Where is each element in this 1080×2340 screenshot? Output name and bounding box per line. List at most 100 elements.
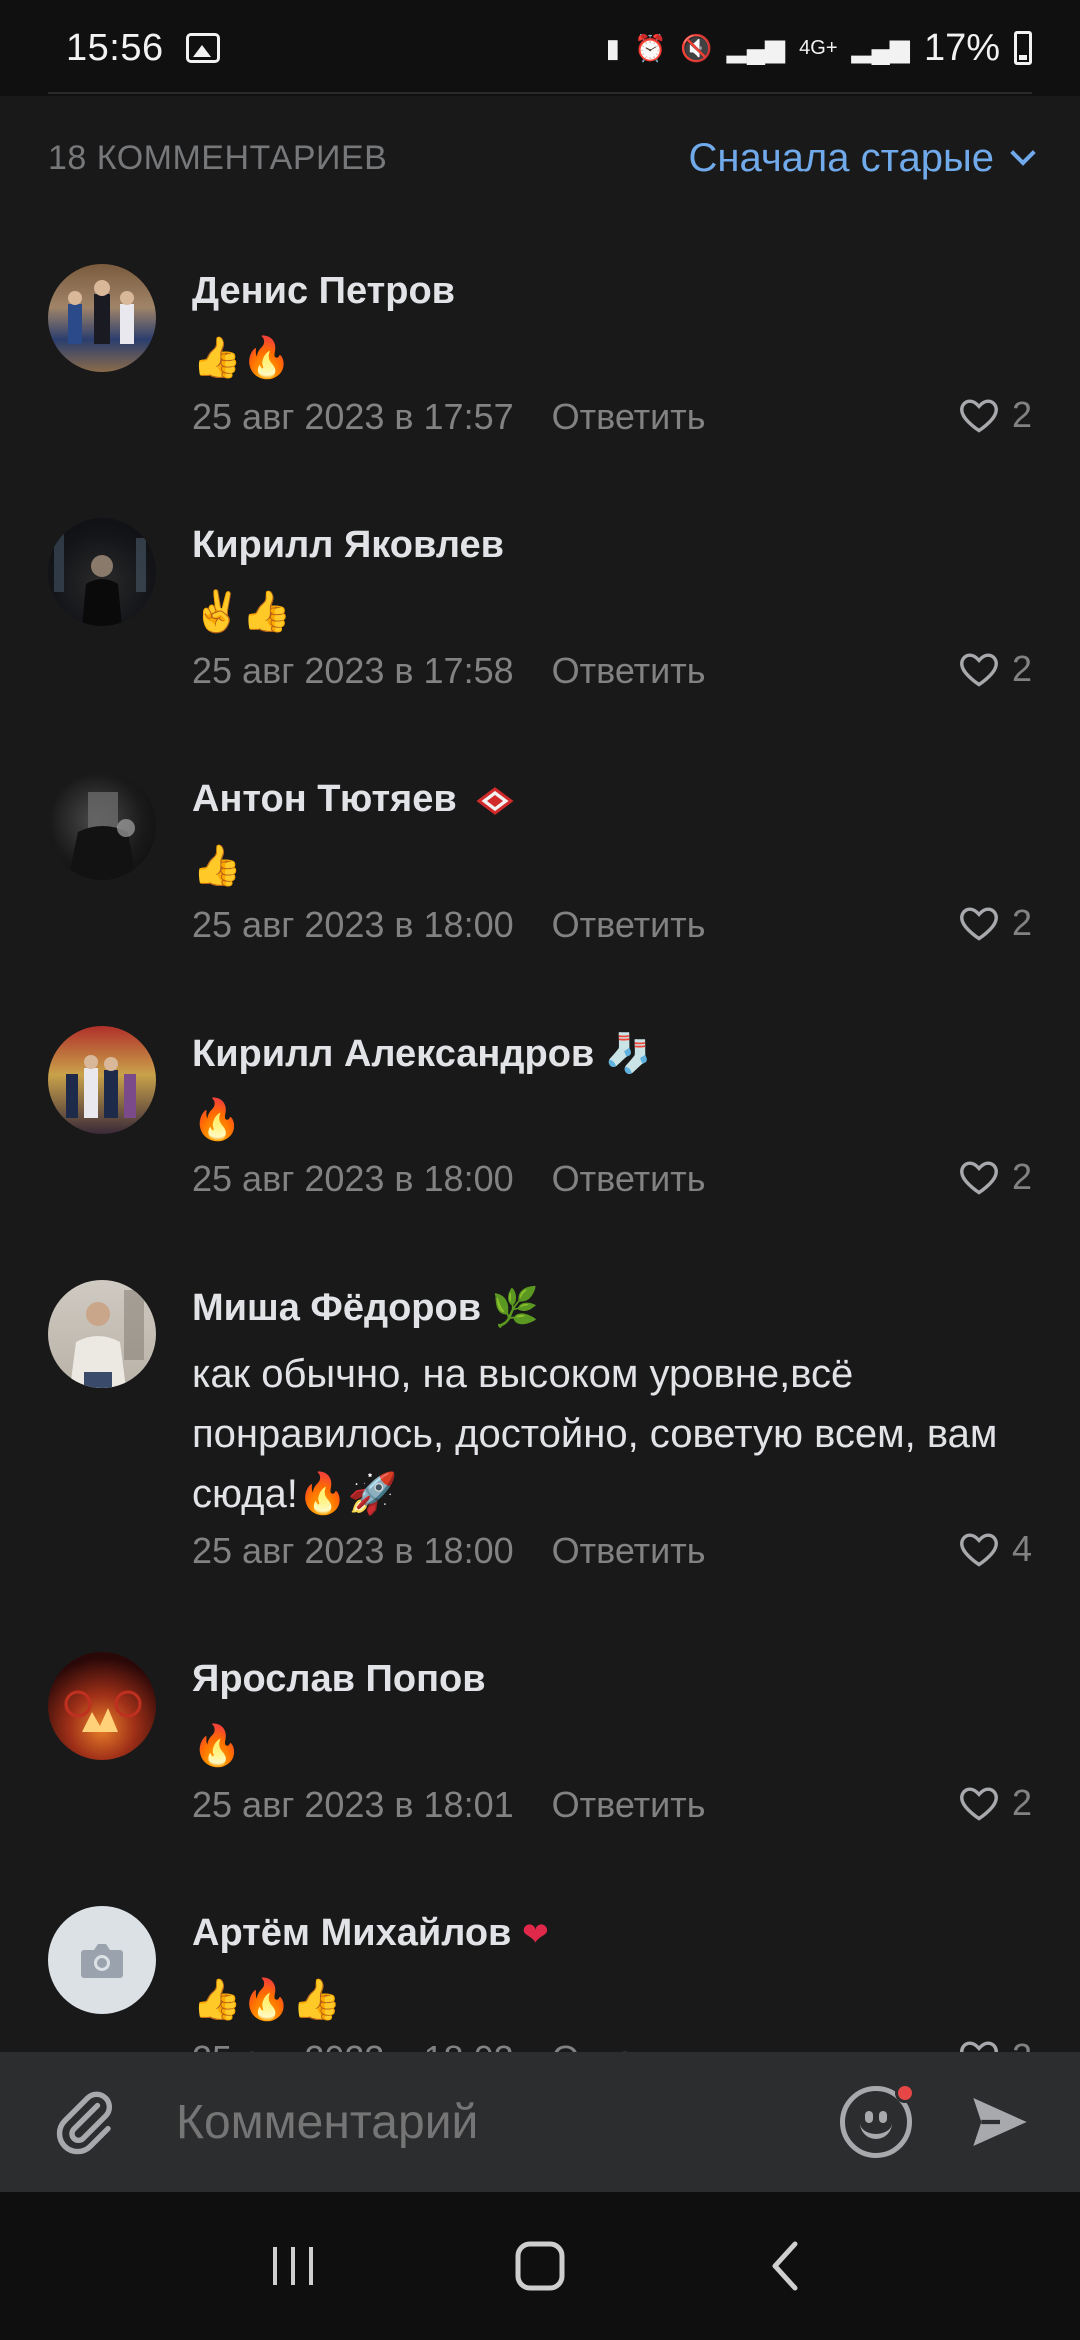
comment-date: 25 авг 2023 в 17:57: [192, 396, 514, 437]
back-icon[interactable]: [757, 2236, 817, 2296]
system-nav-bar: [0, 2192, 1080, 2340]
avatar[interactable]: [48, 1906, 156, 2014]
like-count: 2: [1011, 1782, 1032, 1823]
heart-icon: [960, 1787, 998, 1821]
comment-meta: 25 авг 2023 в 17:58 Ответить: [192, 650, 706, 692]
comment-meta: 25 авг 2023 в 18:00 Ответить: [192, 1530, 706, 1572]
comment-item: Кирилл Яковлев ✌️👍 25 авг 2023 в 17:58 О…: [0, 486, 1080, 740]
like-button[interactable]: 2: [958, 1156, 1032, 1198]
status-icons: ▮ ⏰ 🔇 ▂▄▆ 4G+ ▂▄▆ 17%: [606, 27, 1032, 70]
gallery-notification-icon: [185, 33, 220, 63]
avatar[interactable]: [48, 1280, 156, 1388]
like-button[interactable]: 2: [958, 902, 1032, 944]
reply-button[interactable]: Ответить: [552, 1530, 706, 1572]
attach-icon[interactable]: [48, 2086, 120, 2158]
comment-text: ✌️👍: [192, 590, 292, 634]
sort-label: Сначала старые: [688, 135, 995, 180]
comment-date: 25 авг 2023 в 17:58: [192, 650, 514, 691]
heart-icon: [960, 653, 998, 687]
comment-date: 25 авг 2023 в 18:01: [192, 1784, 514, 1825]
comment-author[interactable]: Артём Михайлов ❤: [192, 1912, 549, 1955]
comment-date: 25 авг 2023 в 18:00: [192, 1158, 514, 1199]
comment-author[interactable]: Ярослав Попов: [192, 1658, 486, 1701]
app-notification-icon: ▮: [605, 32, 620, 63]
comments-count: 18 КОММЕНТАРИЕВ: [48, 138, 388, 177]
heart-icon: [960, 1161, 998, 1195]
author-name: Кирилл Александров: [192, 1033, 595, 1075]
comment-author[interactable]: Кирилл Александров 🧦: [192, 1032, 652, 1076]
like-button[interactable]: 2: [958, 394, 1032, 436]
author-name: Артём Михайлов: [192, 1912, 512, 1954]
reply-button[interactable]: Ответить: [552, 1158, 706, 1200]
like-button[interactable]: 2: [958, 648, 1032, 690]
recent-apps-icon[interactable]: [263, 2241, 323, 2291]
like-button[interactable]: 4: [958, 1528, 1032, 1570]
comment-input-bar: [0, 2052, 1080, 2192]
avatar[interactable]: [48, 518, 156, 626]
reply-button[interactable]: Ответить: [552, 2038, 706, 2052]
comment-item: Миша Фёдоров 🌿 как обычно, на высоком ур…: [0, 1248, 1080, 1620]
comment-meta: 25 авг 2023 в 18:00 Ответить: [192, 904, 706, 946]
comment-author[interactable]: Антон Тютяев: [192, 778, 517, 821]
signal-icon: ▂▄▆: [726, 32, 786, 63]
mute-icon: 🔇: [680, 32, 713, 63]
camera-icon: [81, 1944, 123, 1978]
heart-emoji-icon: ❤: [521, 1916, 549, 1952]
comment-text: 👍🔥👍: [192, 1978, 342, 2022]
author-name: Миша Фёдоров: [192, 1287, 482, 1329]
comment-text: 👍🔥: [192, 336, 292, 380]
notification-dot: [895, 2083, 915, 2103]
status-time: 15:56: [66, 26, 164, 69]
status-bar: 15:56 ▮ ⏰ 🔇 ▂▄▆ 4G+ ▂▄▆ 17%: [0, 0, 1080, 96]
like-button[interactable]: 2: [958, 2036, 1032, 2052]
comment-meta: 25 авг 2023 в 18:01 Ответить: [192, 1784, 706, 1826]
spartak-badge-icon: [476, 787, 514, 815]
comment-author[interactable]: Кирилл Яковлев: [192, 524, 504, 567]
like-count: 2: [1011, 1156, 1032, 1197]
emoji-button[interactable]: [840, 2083, 915, 2158]
comment-text: как обычно, на высоком уровне,всё понрав…: [192, 1352, 998, 1516]
avatar-photo: [70, 1290, 144, 1388]
like-count: 4: [1011, 1528, 1032, 1569]
network-type-label: 4G+: [799, 36, 838, 59]
avatar-photo: [66, 1055, 136, 1118]
avatar-photo: [68, 792, 136, 880]
reply-button[interactable]: Ответить: [552, 396, 706, 438]
avatar[interactable]: [48, 1026, 156, 1134]
comment-author[interactable]: Денис Петров: [192, 270, 455, 313]
comments-header: 18 КОММЕНТАРИЕВ Сначала старые: [48, 128, 1036, 188]
comment-date: 25 авг 2023 в 18:02: [192, 2038, 514, 2052]
heart-icon: [960, 907, 998, 941]
sort-button[interactable]: Сначала старые: [688, 135, 1036, 181]
author-name: Антон Тютяев: [192, 778, 457, 820]
like-button[interactable]: 2: [958, 1782, 1032, 1824]
comment-item: Артём Михайлов ❤ 👍🔥👍 25 авг 2023 в 18:02…: [0, 1874, 1080, 2052]
comment-input[interactable]: [176, 2094, 840, 2150]
battery-percent: 17%: [923, 26, 1000, 69]
avatar-photo: [68, 280, 134, 344]
like-count: 2: [1012, 2036, 1032, 2052]
chevron-down-icon: [1010, 140, 1036, 166]
comment-date: 25 авг 2023 в 18:00: [192, 904, 514, 945]
like-count: 2: [1011, 394, 1032, 435]
send-icon[interactable]: [968, 2090, 1032, 2154]
avatar-photo: [54, 532, 146, 626]
comments-list: Денис Петров 👍🔥 25 авг 2023 в 17:57 Отве…: [0, 232, 1080, 2052]
heart-icon: [960, 2041, 998, 2052]
comment-text: 🔥: [192, 1098, 242, 1142]
reply-button[interactable]: Ответить: [552, 650, 706, 692]
avatar[interactable]: [48, 264, 156, 372]
comment-author[interactable]: Миша Фёдоров 🌿: [192, 1286, 539, 1330]
comment-item: Антон Тютяев 👍 25 авг 2023 в 18:00 Ответ…: [0, 740, 1080, 994]
like-count: 2: [1011, 902, 1032, 943]
emoji-mouth: [860, 2121, 892, 2139]
leaf-emoji-icon: 🌿: [491, 1287, 539, 1329]
battery-icon: [1014, 31, 1032, 65]
reply-button[interactable]: Ответить: [552, 904, 706, 946]
avatar[interactable]: [48, 772, 156, 880]
home-icon[interactable]: [510, 2236, 570, 2296]
avatar-photo: [64, 1690, 142, 1732]
reply-button[interactable]: Ответить: [552, 1784, 706, 1826]
alarm-icon: ⏰: [633, 32, 667, 63]
avatar[interactable]: [48, 1652, 156, 1760]
